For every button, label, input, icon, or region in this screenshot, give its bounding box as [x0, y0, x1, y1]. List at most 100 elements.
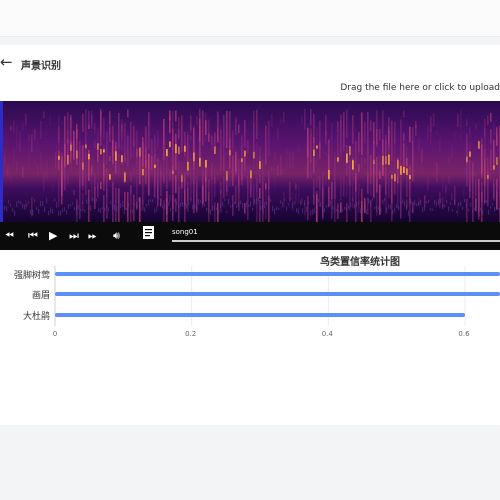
- spectrogram-streak: [271, 113, 273, 127]
- spectrogram-streak: [187, 187, 189, 212]
- spectrogram-low-band: [86, 199, 88, 204]
- spectrogram-streak: [358, 164, 360, 172]
- spectrogram-streak: [49, 115, 51, 126]
- spectrogram-hot-streak: [175, 144, 177, 154]
- spectrogram-hot-streak: [391, 175, 393, 179]
- spectrogram-hot-streak: [241, 158, 243, 163]
- spectrogram-low-band: [64, 207, 66, 212]
- skip-forward-icon[interactable]: ⏩︎: [88, 230, 97, 242]
- spectrogram-streak: [178, 186, 180, 222]
- spectrogram-streak: [451, 144, 453, 158]
- spectrogram-streak: [355, 192, 357, 222]
- spectrogram-low-band: [364, 197, 366, 200]
- spectrogram-streak: [496, 178, 498, 209]
- back-arrow-icon[interactable]: ←: [0, 54, 13, 70]
- spectrogram-streak: [214, 202, 216, 222]
- spectrogram-hot-streak: [259, 161, 261, 169]
- spectrogram-hot-streak: [181, 175, 183, 183]
- volume-icon[interactable]: 🔊︎: [113, 230, 120, 242]
- spectrogram-streak: [457, 114, 459, 127]
- spectrogram-streak: [121, 118, 123, 151]
- spectrogram-streak: [187, 131, 189, 155]
- spectrogram-streak: [148, 120, 150, 126]
- spectrogram-streak: [361, 157, 363, 169]
- spectrogram-hot-streak: [313, 149, 315, 157]
- spectrogram-streak: [298, 185, 300, 204]
- download-icon[interactable]: [143, 226, 154, 239]
- spectrogram-streak: [73, 130, 75, 160]
- spectrogram-streak: [337, 135, 339, 157]
- spectrogram-low-band: [122, 200, 124, 207]
- spectrogram-low-band: [290, 197, 292, 200]
- spectrogram-hot-streak: [88, 153, 90, 160]
- spectrogram-hot-streak: [184, 145, 186, 152]
- spectrogram-low-band: [178, 205, 180, 209]
- skip-back-icon[interactable]: ⏪︎: [5, 230, 14, 242]
- spectrogram-streak: [163, 145, 165, 181]
- spectrogram-hot-streak: [100, 149, 102, 155]
- spectrogram-streak: [427, 176, 429, 191]
- spectrogram-streak: [13, 120, 15, 133]
- spectrogram-streak: [256, 109, 258, 139]
- spectrogram-hot-streak: [388, 154, 390, 165]
- spectrogram-low-band: [28, 201, 30, 204]
- section-gap: [0, 37, 500, 45]
- spectrogram-low-band: [24, 204, 26, 210]
- spectrogram-streak: [319, 176, 321, 189]
- spectrogram-low-band: [84, 209, 86, 213]
- spectrogram-low-band: [116, 206, 118, 212]
- spectrogram-low-band: [362, 207, 364, 211]
- spectrogram-streak: [313, 177, 315, 198]
- spectrogram-streak: [199, 118, 201, 142]
- spectrogram-low-band: [32, 209, 34, 216]
- confidence-chart: [54, 266, 500, 326]
- spectrogram-streak: [325, 130, 327, 145]
- spectrogram-streak: [403, 110, 405, 118]
- spectrogram-streak: [169, 169, 171, 181]
- spectrogram-hot-streak: [382, 155, 384, 166]
- spectrogram-low-band: [74, 207, 76, 211]
- spectrogram-streak: [22, 121, 24, 130]
- next-icon[interactable]: ⏭︎: [69, 230, 79, 242]
- spectrogram-low-band: [14, 210, 16, 217]
- spectrogram-low-band: [252, 207, 254, 211]
- spectrogram-low-band: [328, 202, 330, 208]
- upload-hint[interactable]: Drag the file here or click to upload: [340, 83, 500, 93]
- previous-icon[interactable]: ⏮︎: [28, 230, 38, 242]
- spectrogram-low-band: [342, 208, 344, 212]
- spectrogram-streak: [13, 148, 15, 163]
- spectrogram-low-band: [378, 206, 380, 210]
- spectrogram-streak: [268, 120, 270, 156]
- spectrogram-streak: [70, 114, 72, 149]
- spectrogram-hot-streak: [328, 169, 330, 180]
- spectrogram-streak: [358, 144, 360, 155]
- spectrogram-streak: [325, 151, 327, 157]
- progress-bar[interactable]: [172, 240, 500, 242]
- spectrogram-low-band: [174, 199, 176, 203]
- spectrogram-streak: [151, 139, 153, 155]
- spectrogram-streak: [361, 112, 363, 155]
- spectrogram-low-band: [106, 204, 108, 209]
- spectrogram-hot-streak: [103, 149, 105, 153]
- spectrogram-streak: [307, 148, 309, 179]
- spectrogram-streak: [280, 117, 282, 124]
- spectrogram-streak: [103, 163, 105, 192]
- spectrogram-streak: [418, 137, 420, 153]
- spectrogram-streak: [439, 138, 441, 154]
- spectrogram-streak: [262, 182, 264, 216]
- spectrogram-low-band: [394, 207, 396, 213]
- spectrogram-low-band: [318, 198, 320, 203]
- spectrogram-streak: [133, 194, 135, 221]
- spectrogram-low-band: [340, 198, 342, 201]
- spectrogram-hot-streak: [199, 157, 201, 167]
- play-icon[interactable]: ▶︎: [49, 230, 57, 242]
- spectrogram-low-band: [442, 203, 444, 210]
- spectrogram-streak: [367, 150, 369, 194]
- spectrogram-low-band: [310, 210, 312, 216]
- spectrogram-streak: [226, 151, 228, 156]
- spectrogram-streak: [220, 130, 222, 171]
- spectrogram-streak: [403, 132, 405, 145]
- spectrogram-streak: [235, 155, 237, 176]
- page-header: ← 声景识别: [0, 48, 500, 78]
- spectrogram-streak: [58, 150, 60, 170]
